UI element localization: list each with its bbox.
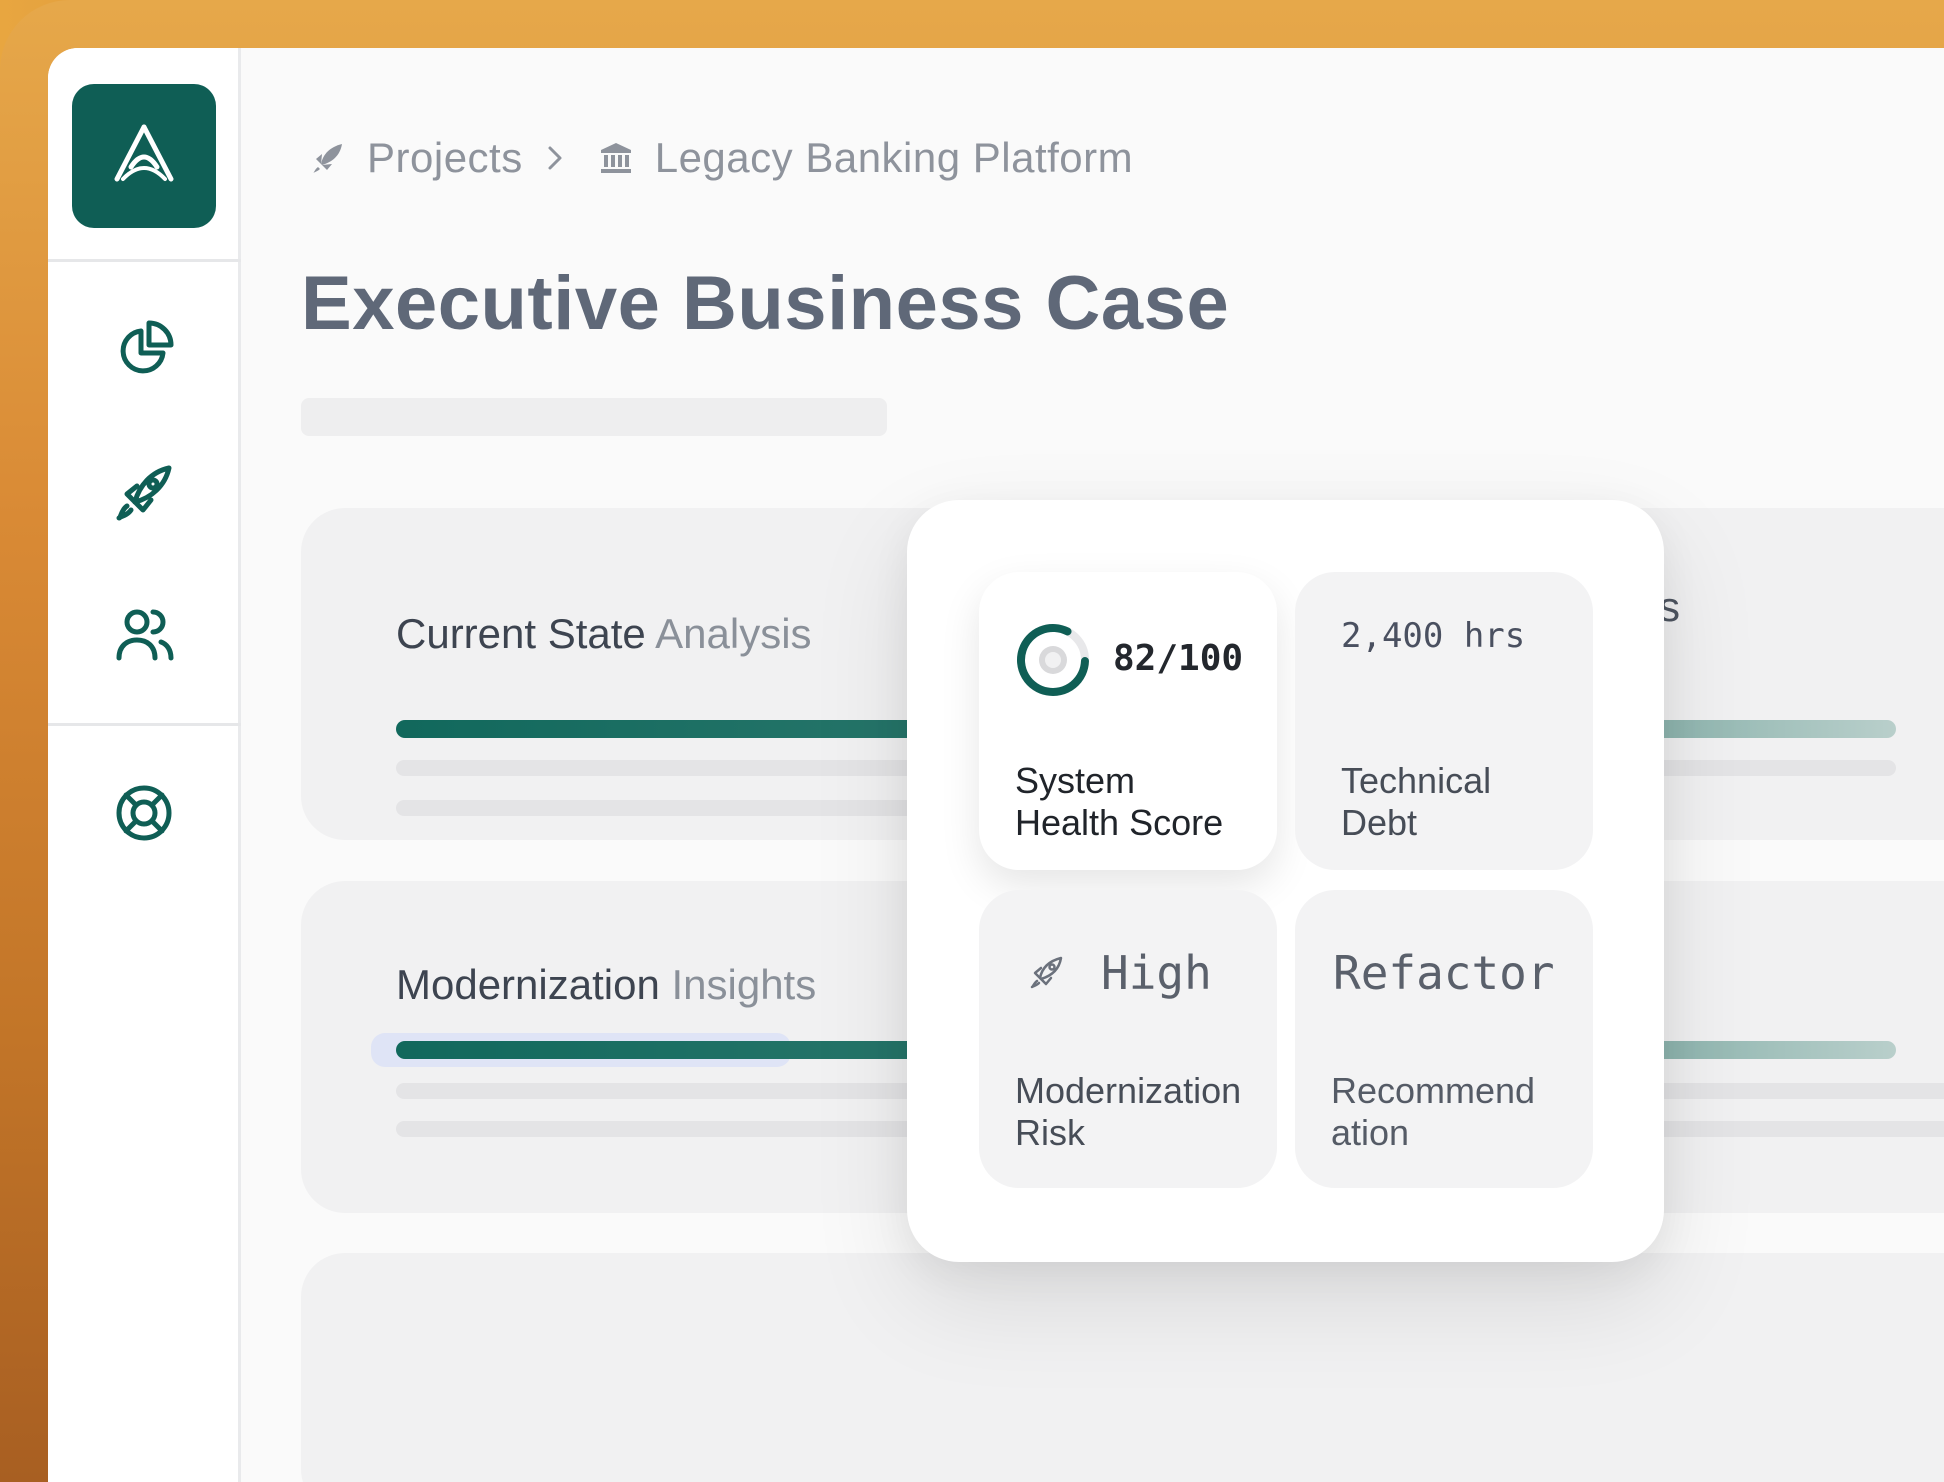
tile-technical-debt[interactable]: 2,400 hrs Technical Debt [1295, 572, 1593, 870]
pie-chart-icon [120, 320, 174, 374]
bank-icon [591, 133, 641, 183]
metric-value: Refactor [1333, 946, 1555, 1000]
rocket-icon [116, 465, 172, 521]
metrics-popup: 82/100 System Health Score 2,400 hrs Tec… [907, 500, 1664, 1262]
rocket-icon [1029, 954, 1065, 994]
breadcrumb-current[interactable]: Legacy Banking Platform [641, 134, 1147, 182]
sidebar-item-projects[interactable] [94, 443, 194, 543]
metric-label: Recommend ation [1331, 1070, 1536, 1153]
app-window: Projects Legacy Banking Platform Executi… [48, 48, 1944, 1482]
users-icon [116, 609, 174, 661]
sidebar-divider [48, 723, 241, 726]
tile-modernization-risk[interactable]: High Modernization Risk [979, 890, 1277, 1188]
score-ring-icon [1017, 624, 1089, 696]
sidebar [48, 48, 241, 1482]
metric-label: Modernization Risk [1015, 1070, 1242, 1153]
tile-health-score[interactable]: 82/100 System Health Score [979, 572, 1277, 870]
rocket-icon [303, 133, 353, 183]
skeleton-placeholder [301, 398, 887, 436]
page-title: Executive Business Case [301, 261, 1230, 346]
breadcrumb-projects[interactable]: Projects [353, 134, 537, 182]
metric-value: High [1101, 946, 1212, 1000]
card-title: Current State Analysis [396, 610, 812, 657]
metric-label: Technical Debt [1341, 760, 1492, 843]
tile-recommendation[interactable]: Refactor Recommend ation [1295, 890, 1593, 1188]
metric-label: System Health Score [1015, 760, 1224, 843]
app-logo[interactable] [72, 84, 216, 228]
chevron-right-icon [537, 138, 573, 178]
logo-icon [114, 124, 174, 182]
metric-value: 2,400 hrs [1341, 616, 1526, 656]
sidebar-item-analytics[interactable] [94, 300, 194, 400]
sidebar-divider [48, 259, 241, 262]
metric-value: 82/100 [1113, 638, 1244, 679]
card-title: Modernization Insights [396, 961, 817, 1008]
sidebar-item-support[interactable] [94, 763, 194, 863]
lifebuoy-icon [116, 785, 172, 841]
breadcrumb: Projects Legacy Banking Platform [303, 128, 1147, 188]
sidebar-item-team[interactable] [94, 585, 194, 685]
card-placeholder [301, 1253, 1944, 1482]
